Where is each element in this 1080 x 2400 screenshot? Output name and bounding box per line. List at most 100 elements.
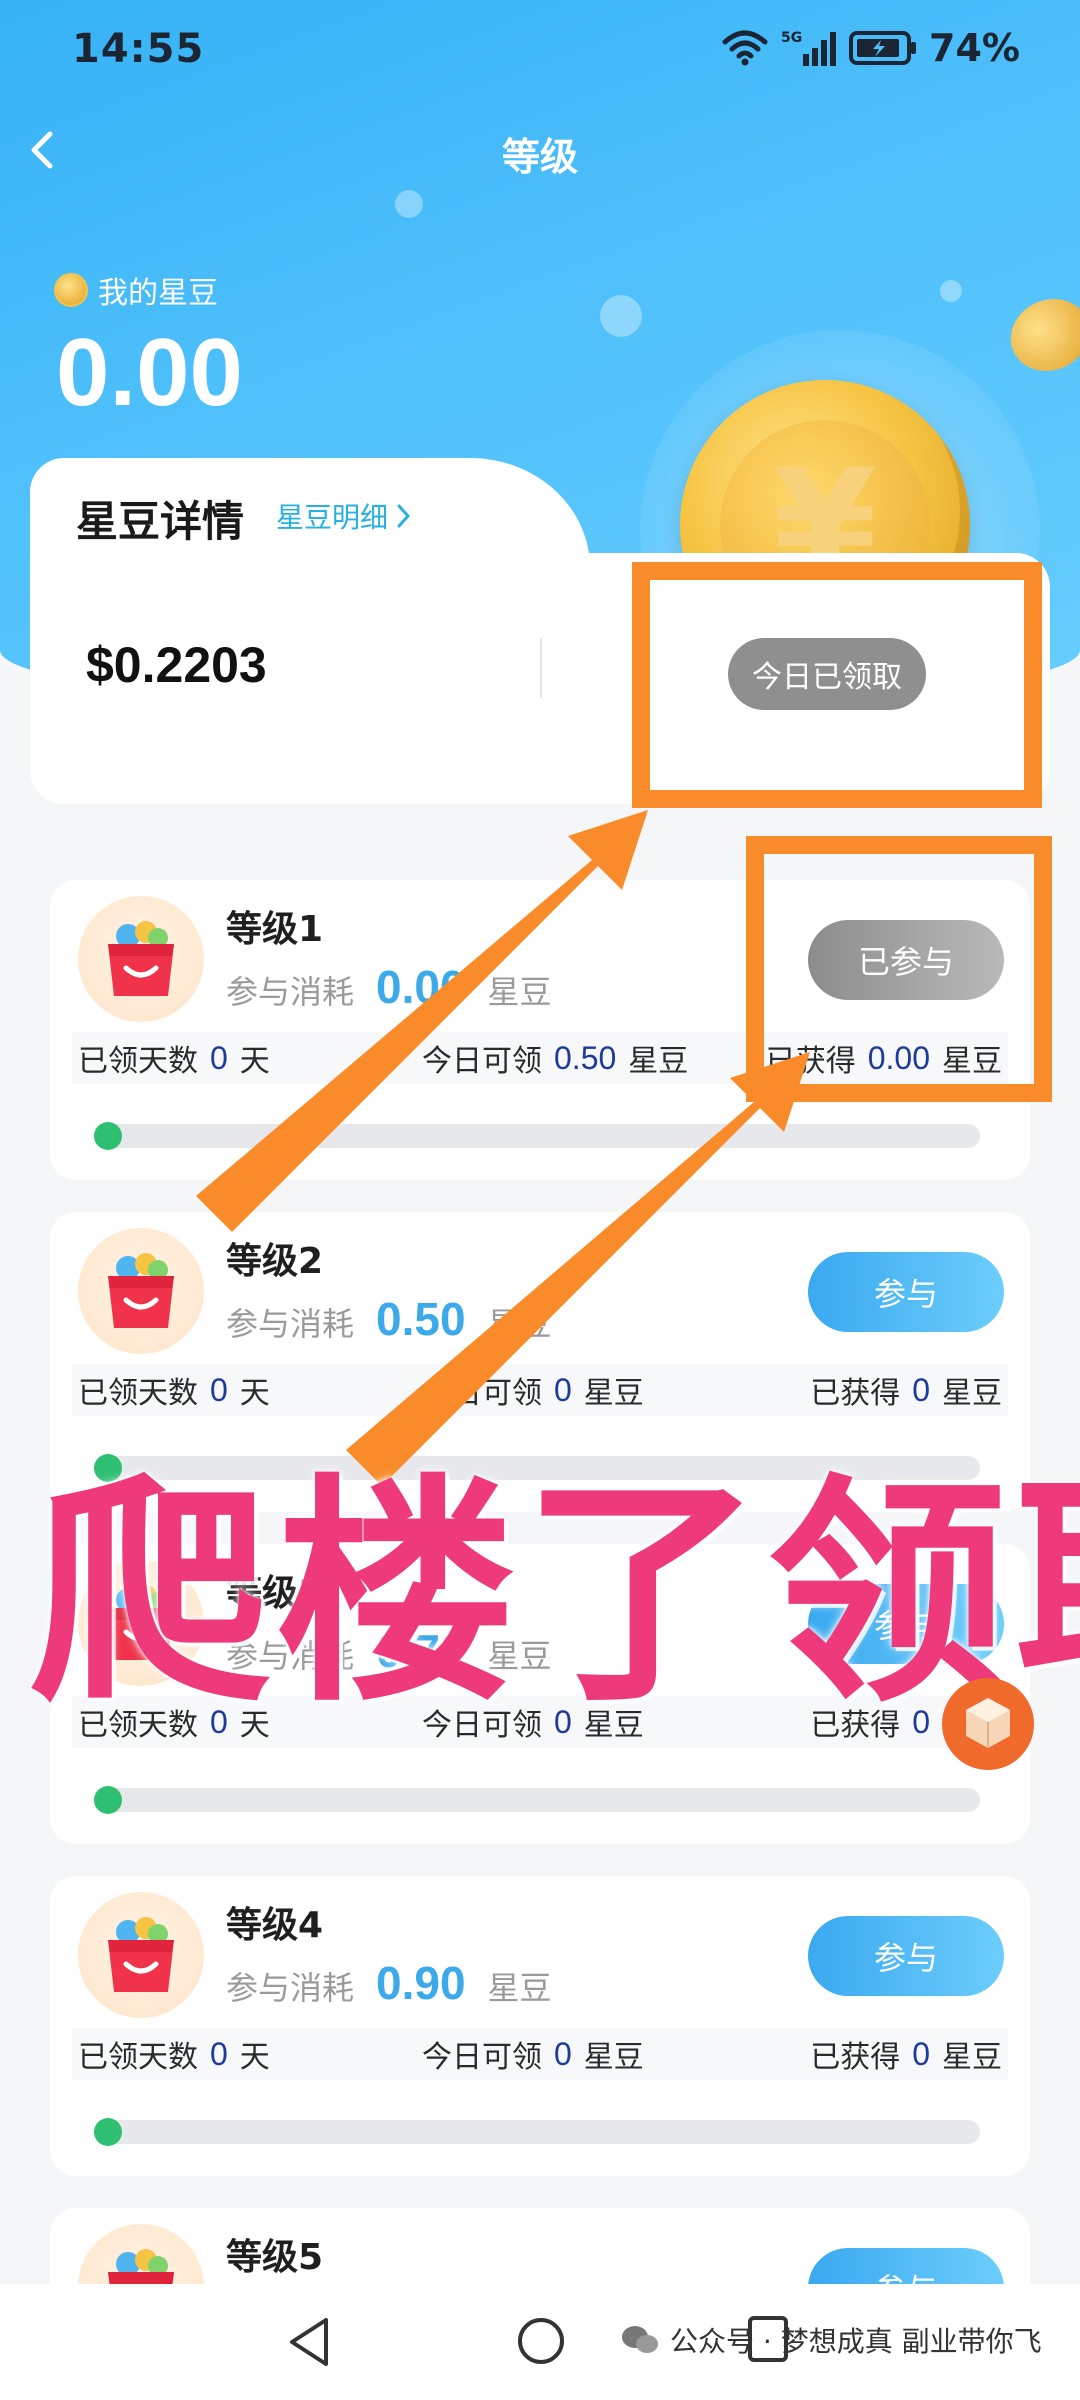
stat-label: 已领天数 xyxy=(78,1708,198,1743)
balance-value: 0.00 xyxy=(56,319,243,426)
earned-stat: 已获得 0 星豆 xyxy=(810,2032,1002,2076)
stat-unit: 星豆 xyxy=(942,1708,1002,1743)
battery-icon xyxy=(849,31,917,65)
stat-label: 今日可领 xyxy=(422,1376,542,1411)
cost-value: 0.70 xyxy=(376,1625,466,1677)
stat-label: 已获得 xyxy=(765,1044,856,1079)
detail-title: 星豆详情 xyxy=(76,497,245,546)
status-icons: 5G 74% xyxy=(721,26,1020,70)
balance-label-text: 我的星豆 xyxy=(98,276,218,311)
decor-bubble xyxy=(600,295,642,337)
claimed-days-value: 0 xyxy=(210,2035,228,2072)
wechat-icon xyxy=(622,2326,658,2353)
earned-value: 0 xyxy=(912,2035,930,2072)
cost-unit: 星豆 xyxy=(487,973,552,1011)
today-claimable-value: 0 xyxy=(554,1371,572,1408)
joined-button[interactable]: 已参与 xyxy=(808,920,1004,1000)
earned-stat: 已获得 0 星豆 xyxy=(810,1700,1002,1744)
cost-row: 参与消耗 0.70 星豆 xyxy=(226,1624,552,1678)
coin-icon xyxy=(54,273,88,307)
nav-home-icon[interactable] xyxy=(516,2316,566,2366)
cost-label: 参与消耗 xyxy=(226,973,355,1011)
system-nav-bar: 公众号 · 梦想成真 副业带你飞 xyxy=(0,2284,1080,2400)
nav-back-icon[interactable] xyxy=(284,2314,334,2370)
cost-unit: 星豆 xyxy=(487,1637,552,1675)
cost-label: 参与消耗 xyxy=(226,1969,355,2007)
level-card: 等级1 参与消耗 0.00 星豆 已参与 已领天数 0 天 今日可领 0.50 … xyxy=(50,880,1030,1180)
progress-bar xyxy=(94,1122,980,1150)
today-claimable-value: 0.50 xyxy=(554,1039,617,1076)
stat-label: 已领天数 xyxy=(78,1044,198,1079)
claimed-days-stat: 已领天数 0 天 xyxy=(78,2032,270,2076)
today-claimable-value: 0 xyxy=(554,2035,572,2072)
earned-value: 0.00 xyxy=(867,1039,930,1076)
today-claimable-stat: 今日可领 0 星豆 xyxy=(422,2032,644,2076)
join-button[interactable]: 参与 xyxy=(808,1584,1004,1664)
stats-row: 已领天数 0 天 今日可领 0.50 星豆 已获得 0.00 星豆 xyxy=(72,1032,1008,1084)
claimed-today-button[interactable]: 今日已领取 xyxy=(728,638,926,710)
level-avatar xyxy=(78,1560,204,1686)
level-avatar xyxy=(78,896,204,1022)
today-claimable-stat: 今日可领 0 星豆 xyxy=(422,1368,644,1412)
stat-label: 今日可领 xyxy=(422,1708,542,1743)
watermark-text: 公众号 · 梦想成真 副业带你飞 xyxy=(670,2325,1042,2358)
progress-bar xyxy=(94,2118,980,2146)
stat-label: 今日可领 xyxy=(422,2040,542,2075)
page-title: 等级 xyxy=(501,135,578,179)
cost-value: 0.00 xyxy=(376,961,466,1013)
join-button[interactable]: 参与 xyxy=(808,1252,1004,1332)
today-claimable-stat: 今日可领 0 星豆 xyxy=(422,1700,644,1744)
stats-row: 已领天数 0 天 今日可领 0 星豆 已获得 0 星豆 xyxy=(72,2028,1008,2080)
progress-bar xyxy=(94,1786,980,1814)
stat-label: 已领天数 xyxy=(78,2040,198,2075)
today-claimable-stat: 今日可领 0.50 星豆 xyxy=(422,1036,688,1080)
stats-row: 已领天数 0 天 今日可领 0 星豆 已获得 0 星豆 xyxy=(72,1696,1008,1748)
shopping-bag-icon xyxy=(108,1585,174,1660)
bean-amount: $0.2203 xyxy=(86,637,267,693)
cost-row: 参与消耗 0.00 星豆 xyxy=(226,960,552,1014)
progress-indicator xyxy=(94,1454,122,1482)
earned-stat: 已获得 0.00 星豆 xyxy=(766,1036,1002,1080)
stat-unit: 星豆 xyxy=(942,1044,1002,1079)
stat-label: 已领天数 xyxy=(78,1376,198,1411)
join-button[interactable]: 参与 xyxy=(808,1916,1004,1996)
claimed-days-value: 0 xyxy=(210,1371,228,1408)
level-card: 等级2 参与消耗 0.50 星豆 参与 已领天数 0 天 今日可领 0 星豆 已… xyxy=(50,1212,1030,1512)
signal-icon: 5G xyxy=(781,30,837,66)
claimed-days-value: 0 xyxy=(210,1039,228,1076)
claimed-days-stat: 已领天数 0 天 xyxy=(78,1368,270,1412)
progress-indicator xyxy=(94,1122,122,1150)
shopping-bag-icon xyxy=(108,921,174,996)
bean-detail-link[interactable]: 星豆明细 xyxy=(276,496,412,536)
cost-value: 0.50 xyxy=(376,1293,466,1345)
progress-indicator xyxy=(94,2118,122,2146)
cost-value: 0.90 xyxy=(376,1957,466,2009)
decor-bubble xyxy=(940,280,962,302)
app-screen: ¥ 14:55 5G 74% 等级 我的星豆 0.00 星豆详情 星豆明细 $0… xyxy=(0,0,1080,2400)
stat-label: 已获得 xyxy=(810,1708,901,1743)
claimed-days-stat: 已领天数 0 天 xyxy=(78,1700,270,1744)
top-nav: 等级 xyxy=(0,110,1080,190)
level-card: 等级3 参与消耗 0.70 星豆 参与 已领天数 0 天 今日可领 0 星豆 已… xyxy=(50,1544,1030,1844)
shopping-bag-icon xyxy=(108,1253,174,1328)
stat-label: 今日可领 xyxy=(422,1044,542,1079)
level-name: 等级4 xyxy=(226,1905,324,1946)
cost-unit: 星豆 xyxy=(487,1305,552,1343)
level-name: 等级3 xyxy=(226,1573,324,1614)
level-avatar xyxy=(78,1228,204,1354)
stat-unit: 天 xyxy=(239,1708,270,1743)
cost-unit: 星豆 xyxy=(487,1969,552,2007)
watermark: 公众号 · 梦想成真 副业带你飞 xyxy=(620,2320,1042,2360)
stat-unit: 星豆 xyxy=(583,1376,644,1411)
shopping-bag-icon xyxy=(108,1917,174,1992)
stat-unit: 天 xyxy=(239,1044,270,1079)
stat-unit: 星豆 xyxy=(628,1044,689,1079)
balance-label: 我的星豆 xyxy=(54,268,218,312)
status-bar: 14:55 5G 74% xyxy=(0,0,1080,100)
stat-unit: 星豆 xyxy=(942,2040,1002,2075)
stats-row: 已领天数 0 天 今日可领 0 星豆 已获得 0 星豆 xyxy=(72,1364,1008,1416)
cost-label: 参与消耗 xyxy=(226,1305,355,1343)
stat-label: 已获得 xyxy=(810,1376,901,1411)
stat-unit: 天 xyxy=(239,1376,270,1411)
level-card: 等级4 参与消耗 0.90 星豆 参与 已领天数 0 天 今日可领 0 星豆 已… xyxy=(50,1876,1030,2176)
